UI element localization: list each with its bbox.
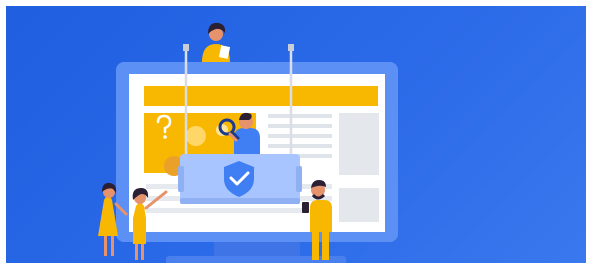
person-reading	[202, 22, 231, 62]
security-panel	[178, 154, 302, 204]
header-bar	[144, 86, 378, 106]
content-line	[268, 134, 332, 138]
sidebar-block	[339, 113, 379, 175]
content-line	[268, 124, 332, 128]
hero-banner	[6, 6, 586, 263]
sidebar-block	[339, 188, 379, 222]
content-line	[146, 208, 306, 213]
rope-clamp-right	[288, 44, 294, 51]
monitor-neck	[214, 242, 300, 258]
content-line	[268, 114, 332, 118]
security-illustration	[98, 22, 398, 263]
rope-clamp-left	[183, 44, 189, 51]
content-line	[268, 144, 332, 148]
image-circle-large	[186, 126, 206, 146]
smartphone-icon	[302, 202, 309, 213]
